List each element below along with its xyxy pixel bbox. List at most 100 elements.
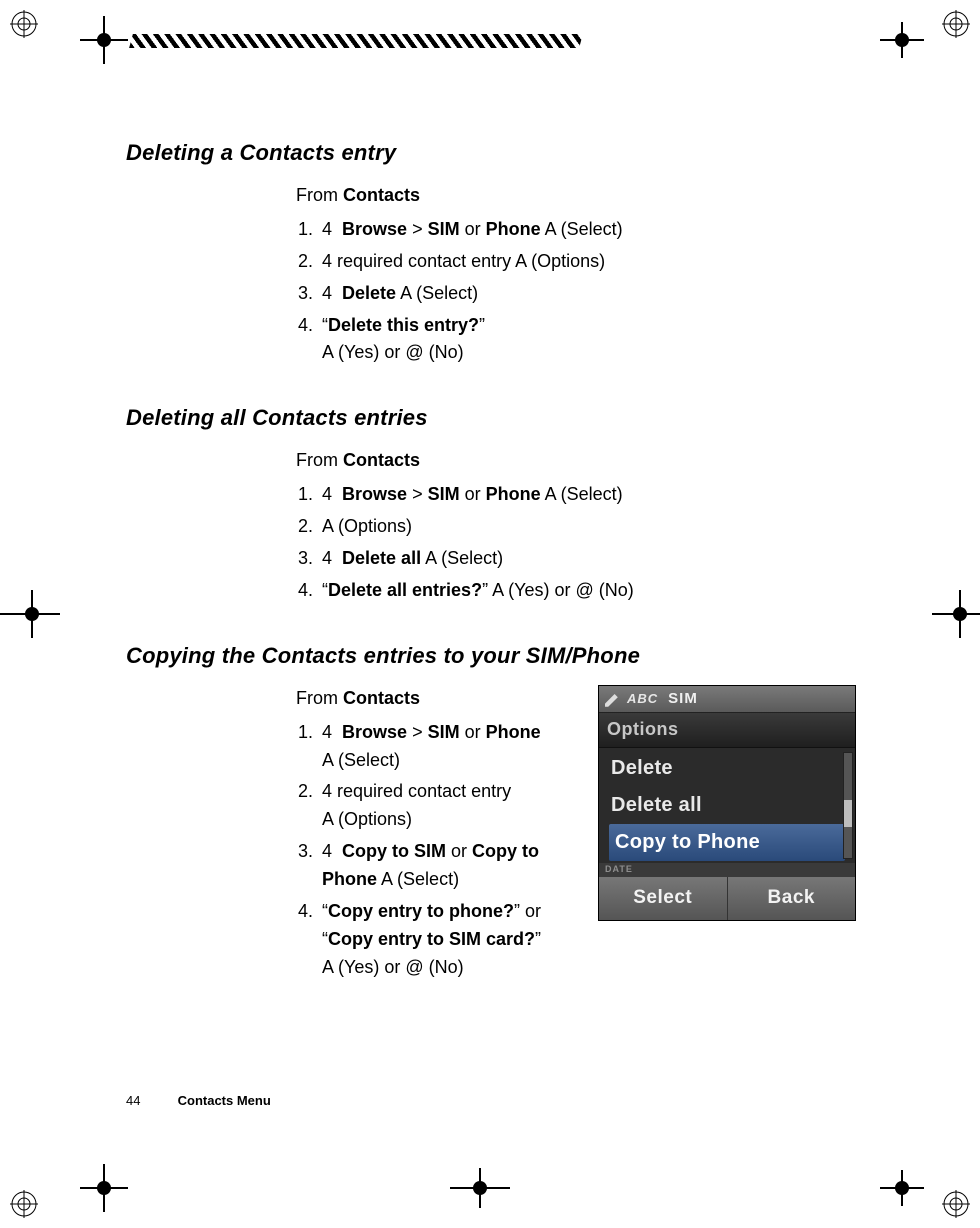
softkey-icon: A — [541, 484, 556, 504]
status-sim: SIM — [668, 687, 698, 710]
softkey-icon: A — [322, 342, 333, 362]
registration-mark-icon — [942, 10, 970, 38]
from-line: From Contacts — [296, 182, 856, 210]
nav-key: 4 — [322, 841, 332, 861]
bold-text: Phone — [486, 484, 541, 504]
softkey-icon: @ — [405, 957, 423, 977]
softkey-icon: A — [322, 516, 333, 536]
step-1: 4 Browse > SIM or Phone A (Select) — [318, 216, 856, 244]
section-heading: Copying the Contacts entries to your SIM… — [126, 643, 856, 669]
bold-text: Delete all — [342, 548, 421, 568]
text: or — [460, 722, 486, 742]
step-2: A (Options) — [318, 513, 856, 541]
bold-text: Browse — [342, 219, 407, 239]
step-2: 4 required contact entry A (Options) — [318, 248, 856, 276]
nav-key: 4 — [322, 548, 332, 568]
bold-text: Phone — [486, 219, 541, 239]
text: (Select) — [436, 548, 503, 568]
section-copy: Copying the Contacts entries to your SIM… — [126, 643, 856, 1016]
bold-text: Browse — [342, 484, 407, 504]
steps-list: 4 Browse > SIM or Phone A (Select) 4 req… — [296, 216, 856, 367]
phone-subbar-left: DATE — [605, 863, 633, 877]
from-bold: Contacts — [343, 450, 420, 470]
crop-mark-icon — [0, 590, 48, 638]
bold-text: Delete — [342, 283, 396, 303]
step-3: 4 Copy to SIM or Copy to Phone A (Select… — [318, 838, 576, 894]
bold-text: Copy to SIM — [342, 841, 446, 861]
crop-mark-icon — [862, 1164, 910, 1212]
text: > — [407, 722, 428, 742]
nav-key: 4 — [322, 251, 332, 271]
crop-mark-icon — [440, 1164, 488, 1212]
phone-softkey-right: Back — [728, 877, 856, 920]
footer-title: Contacts Menu — [178, 1093, 271, 1108]
bold-text: SIM — [428, 484, 460, 504]
phone-screenshot: ABC SIM Options Delete Delete all Copy t… — [598, 685, 856, 921]
phone-softkey-left: Select — [599, 877, 728, 920]
text: (Select) — [556, 484, 623, 504]
section-delete-entry: Deleting a Contacts entry From Contacts … — [126, 140, 856, 367]
phone-title: Options — [599, 712, 855, 748]
softkey-icon: A — [322, 957, 333, 977]
phone-status-bar: ABC SIM — [599, 686, 855, 712]
bold-text: Copy entry to SIM card? — [328, 929, 535, 949]
registration-mark-icon — [10, 1190, 38, 1218]
softkey-icon: A — [421, 548, 436, 568]
header-ornament — [129, 34, 583, 48]
text: ” or — [514, 901, 541, 921]
text: or — [460, 219, 486, 239]
from-bold: Contacts — [343, 185, 420, 205]
text: (No) — [424, 957, 464, 977]
text: ” — [479, 315, 485, 335]
bold-text: SIM — [428, 722, 460, 742]
step-4: “Delete this entry?” A (Yes) or @ (No) — [318, 312, 856, 368]
text: (Yes) or — [333, 342, 405, 362]
text: (Select) — [556, 219, 623, 239]
step-2: 4 required contact entry A (Options) — [318, 778, 576, 834]
step-4: “Copy entry to phone?” or “Copy entry to… — [318, 898, 576, 982]
from-line: From Contacts — [296, 685, 576, 713]
section-heading: Deleting all Contacts entries — [126, 405, 856, 431]
text: (Select) — [411, 283, 478, 303]
registration-mark-icon — [10, 10, 38, 38]
text: (Options) — [333, 809, 412, 829]
text: > — [407, 484, 428, 504]
crop-mark-icon — [862, 16, 910, 64]
phone-menu-item: Delete all — [609, 787, 851, 824]
text: (Yes) or — [503, 580, 575, 600]
steps-list: 4 Browse > SIM or Phone A (Select) 4 req… — [296, 719, 576, 982]
text: (Options) — [333, 516, 412, 536]
crop-mark-icon — [80, 16, 128, 64]
page-content: Deleting a Contacts entry From Contacts … — [126, 140, 856, 1054]
step-3: 4 Delete all A (Select) — [318, 545, 856, 573]
phone-softkeys: Select Back — [599, 877, 855, 920]
step-4: “Delete all entries?” A (Yes) or @ (No) — [318, 577, 856, 605]
text: (Yes) or — [333, 957, 405, 977]
section-delete-all: Deleting all Contacts entries From Conta… — [126, 405, 856, 604]
bold-text: Delete this entry? — [328, 315, 479, 335]
text: ” — [482, 580, 492, 600]
softkey-icon: A — [377, 869, 392, 889]
text: or — [446, 841, 472, 861]
text: (Options) — [526, 251, 605, 271]
bold-text: Copy entry to phone? — [328, 901, 514, 921]
step-3: 4 Delete A (Select) — [318, 280, 856, 308]
from-prefix: From — [296, 450, 343, 470]
steps-list: 4 Browse > SIM or Phone A (Select) A (Op… — [296, 481, 856, 605]
softkey-icon: A — [322, 809, 333, 829]
softkey-icon: A — [515, 251, 526, 271]
softkey-icon: A — [541, 219, 556, 239]
bold-text: Phone — [486, 722, 541, 742]
phone-scrollbar — [843, 752, 853, 859]
softkey-icon: A — [396, 283, 411, 303]
page-number: 44 — [126, 1093, 174, 1108]
text: (Select) — [392, 869, 459, 889]
text: (Select) — [333, 750, 400, 770]
bold-text: Browse — [342, 722, 407, 742]
text: required contact entry — [332, 781, 511, 801]
from-line: From Contacts — [296, 447, 856, 475]
phone-menu-item-selected: Copy to Phone — [609, 824, 845, 861]
from-prefix: From — [296, 688, 343, 708]
softkey-icon: @ — [405, 342, 423, 362]
nav-key: 4 — [322, 219, 332, 239]
